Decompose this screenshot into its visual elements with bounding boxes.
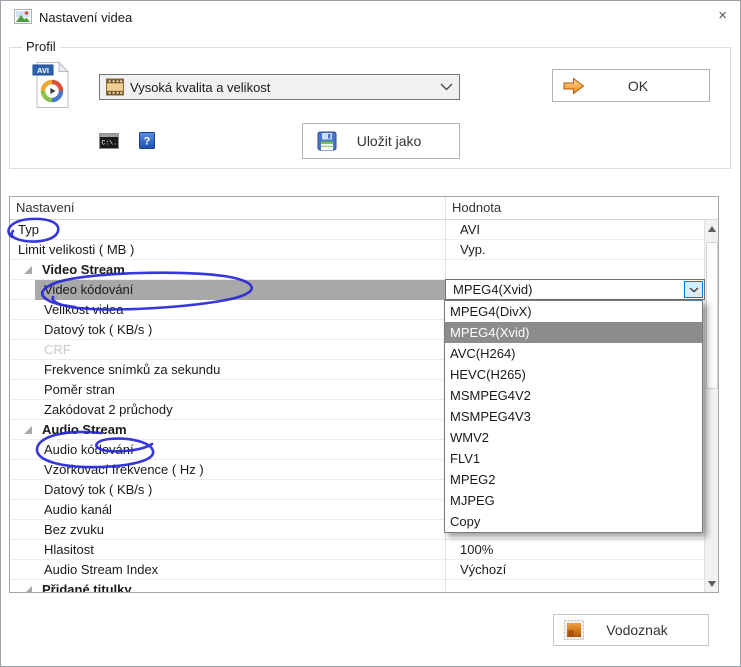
column-header-value: Hodnota [452, 200, 501, 215]
combobox-dropdown-button[interactable] [684, 281, 703, 298]
dropdown-item[interactable]: FLV1 [445, 448, 702, 469]
svg-text:C:\.: C:\. [102, 140, 118, 147]
save-as-button-label: Uložit jako [337, 133, 459, 149]
dropdown-item[interactable]: MJPEG [445, 490, 702, 511]
dropdown-item[interactable]: WMV2 [445, 427, 702, 448]
dropdown-item[interactable]: AVC(H264) [445, 343, 702, 364]
video-codec-value: MPEG4(Xvid) [453, 281, 532, 299]
video-codec-dropdown-list: MPEG4(DivX) MPEG4(Xvid) AVC(H264) HEVC(H… [444, 300, 703, 533]
expand-icon[interactable] [24, 586, 32, 593]
video-codec-combobox[interactable]: MPEG4(Xvid) [445, 279, 705, 300]
film-icon [106, 78, 124, 96]
watermark-image-icon [564, 620, 584, 640]
close-icon[interactable]: × [718, 8, 727, 24]
save-as-button[interactable]: Uložit jako [302, 123, 460, 159]
dropdown-item[interactable]: MPEG4(DivX) [445, 301, 702, 322]
dropdown-item[interactable]: MSMPEG4V2 [445, 385, 702, 406]
profile-select[interactable]: Vysoká kvalita a velikost [99, 74, 460, 100]
chevron-down-icon [440, 83, 453, 91]
table-row-audio-stream-index[interactable]: Audio Stream Index Výchozí [10, 560, 704, 580]
help-icon[interactable]: ? [139, 132, 155, 149]
table-group-video-stream[interactable]: Video Stream [10, 260, 704, 280]
title-bar: Nastavení videa × [1, 1, 740, 31]
ok-button[interactable]: OK [552, 69, 710, 102]
scrollbar-thumb[interactable] [706, 242, 718, 389]
arrow-down-icon [708, 581, 716, 587]
scroll-up-button[interactable] [705, 220, 719, 237]
arrow-up-icon [708, 226, 716, 232]
picture-icon [14, 9, 32, 24]
console-icon[interactable]: C:\. [99, 133, 119, 149]
scroll-down-button[interactable] [705, 575, 719, 592]
dropdown-item[interactable]: HEVC(H265) [445, 364, 702, 385]
vertical-scrollbar[interactable] [704, 220, 719, 592]
watermark-button[interactable]: Vodoznak [553, 614, 709, 646]
video-settings-dialog: Nastavení videa × Profil AVI [0, 0, 741, 667]
dropdown-item[interactable]: Copy [445, 511, 702, 532]
expand-icon[interactable] [24, 426, 32, 434]
svg-text:?: ? [144, 136, 151, 148]
profile-group-label: Profil [22, 39, 60, 54]
avi-file-icon: AVI [32, 61, 72, 109]
dropdown-item[interactable]: MPEG2 [445, 469, 702, 490]
table-row-volume[interactable]: Hlasitost 100% [10, 540, 704, 560]
ok-button-label: OK [585, 78, 709, 94]
svg-text:AVI: AVI [37, 66, 49, 75]
dropdown-item[interactable]: MSMPEG4V3 [445, 406, 702, 427]
expand-icon[interactable] [24, 266, 32, 274]
profile-group: Profil AVI [9, 47, 731, 169]
chevron-down-icon [689, 287, 699, 293]
profile-select-value: Vysoká kvalita a velikost [130, 80, 434, 95]
table-row-typ[interactable]: Typ AVI [10, 220, 704, 240]
window-title: Nastavení videa [39, 10, 132, 25]
table-header: Nastavení Hodnota [10, 197, 718, 220]
dropdown-item-highlighted[interactable]: MPEG4(Xvid) [445, 322, 702, 343]
table-row-size-limit[interactable]: Limit velikosti ( MB ) Vyp. [10, 240, 704, 260]
watermark-button-label: Vodoznak [584, 622, 708, 638]
table-row-video-codec[interactable]: Video kódování MPEG4(Xvid) [10, 280, 704, 300]
arrow-right-icon [563, 77, 585, 95]
floppy-disk-icon [317, 131, 337, 151]
column-header-setting: Nastavení [16, 200, 75, 215]
table-group-added-subtitles[interactable]: Přidané titulky [10, 580, 704, 593]
